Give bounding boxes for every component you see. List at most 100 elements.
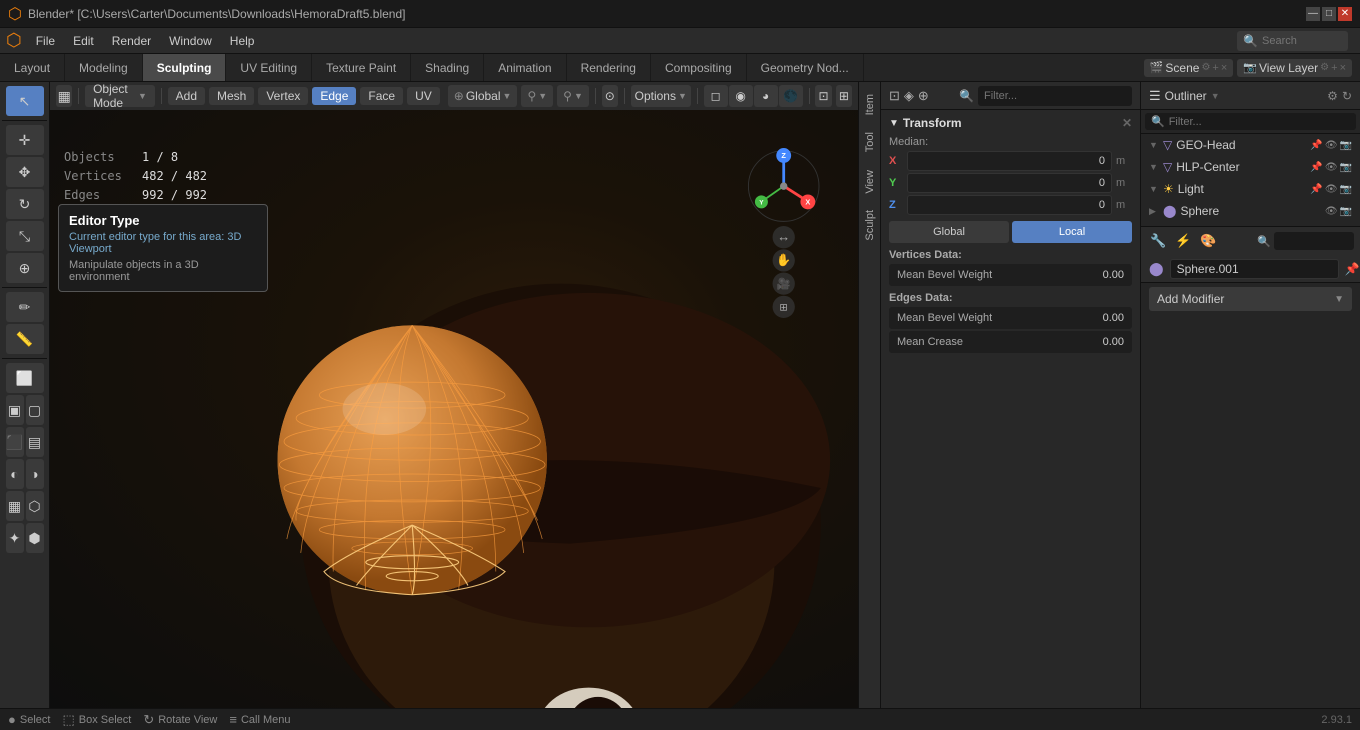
tab-uv-editing[interactable]: UV Editing [226,54,312,81]
props-icon-2[interactable]: ⚡ [1172,231,1194,251]
view-tab[interactable]: View [861,162,879,202]
close-button[interactable]: ✕ [1338,7,1352,21]
outliner-search-input[interactable] [1169,116,1350,128]
y-input[interactable] [907,173,1112,193]
rp-icon-overlays[interactable]: ◈ [904,88,914,104]
add-shape-2[interactable]: ▢ [26,395,44,425]
item-tab[interactable]: Item [861,86,879,123]
add-modifier-button[interactable]: Add Modifier ▼ [1149,287,1352,311]
proportional-edit-button[interactable]: ⊙ [602,85,618,107]
tab-animation[interactable]: Animation [484,54,566,81]
measure-button[interactable]: 📏 [6,324,44,354]
menu-edit[interactable]: Edit [65,32,102,50]
uv-button[interactable]: UV [407,87,440,105]
tab-sculpting[interactable]: Sculpting [143,54,227,81]
tab-layout[interactable]: Layout [0,54,65,81]
mode-selector[interactable]: Object Mode ▼ [85,85,155,107]
outliner-item-geo-head[interactable]: ▼ ▽ GEO-Head 📌 👁 📷 [1141,134,1360,156]
add-shape-6[interactable]: ◑ [26,459,44,489]
material-mode-button[interactable]: ◕ [754,85,778,107]
camera-icon-4[interactable]: 📷 [1340,206,1352,217]
add-cube-button[interactable]: ⬜ [6,363,44,393]
3d-viewport[interactable]: Z X Y ↔ [50,110,858,708]
outliner-item-sphere[interactable]: ▶ ⬤ Sphere 👁 📷 [1141,200,1360,222]
transform-orientation-selector[interactable]: ⊕ Global ▼ [448,85,518,107]
add-shape-9[interactable]: ✦ [6,523,24,553]
annotate-button[interactable]: ✏ [6,292,44,322]
tab-shading[interactable]: Shading [411,54,484,81]
menu-window[interactable]: Window [161,32,220,50]
camera-icon-3[interactable]: 📷 [1340,184,1352,195]
tab-compositing[interactable]: Compositing [651,54,747,81]
face-button[interactable]: Face [360,87,403,105]
gizmos-button[interactable]: ⊞ [836,85,852,107]
menu-help[interactable]: Help [222,32,263,50]
eye-icon-2[interactable]: 👁 [1325,162,1338,173]
maximize-button[interactable]: □ [1322,7,1336,21]
tool-tab[interactable]: Tool [861,124,879,160]
editor-type-button[interactable]: ▦ [56,85,72,107]
add-shape-8[interactable]: ⬡ [26,491,44,521]
options-dropdown[interactable]: Options ▼ [631,85,691,107]
add-shape-3[interactable]: ⬛ [6,427,24,457]
add-shape-7[interactable]: ▦ [6,491,24,521]
pin-icon[interactable]: 📌 [1310,140,1322,151]
mesh-button[interactable]: Mesh [209,87,254,105]
global-search-input[interactable] [1262,35,1342,47]
pin-active-icon[interactable]: 📌 [1345,262,1360,276]
viewport[interactable]: ▦ Object Mode ▼ Add Mesh Vertex Edge Fac… [50,82,858,708]
overlay-button[interactable]: ⊡ [815,85,831,107]
global-button[interactable]: Global [889,221,1009,243]
transform-panel-close-icon[interactable]: ✕ [1122,116,1132,130]
z-input[interactable] [907,195,1112,215]
tab-rendering[interactable]: Rendering [567,54,651,81]
rendered-mode-button[interactable]: 🌑 [779,85,803,107]
eye-icon-3[interactable]: 👁 [1325,184,1338,195]
props-icon-3[interactable]: 🎨 [1197,231,1219,251]
camera-icon-2[interactable]: 📷 [1340,162,1352,173]
properties-search-input[interactable] [978,86,1132,106]
add-mesh-button[interactable]: Add [168,87,205,105]
camera-icon[interactable]: 📷 [1340,140,1352,151]
add-shape-5[interactable]: ◐ [6,459,24,489]
eye-icon-4[interactable]: 👁 [1325,206,1338,217]
outliner-item-light[interactable]: ▼ ☀ Light 📌 👁 📷 [1141,178,1360,200]
rotate-tool-button[interactable]: ↻ [6,189,44,219]
minimize-button[interactable]: — [1306,7,1320,21]
add-shape-4[interactable]: ▤ [26,427,44,457]
filter-icon[interactable]: ⚙ [1327,89,1338,103]
add-shape-10[interactable]: ⬢ [26,523,44,553]
menu-file[interactable]: File [28,32,63,50]
pivot-point-selector[interactable]: ⚲ ▼ [521,85,553,107]
sculpt-tab[interactable]: Sculpt [861,202,879,249]
props-filter-input[interactable] [1274,232,1354,250]
snap-selector[interactable]: ⚲ ▼ [557,85,589,107]
x-input[interactable] [907,151,1112,171]
move-tool-button[interactable]: ✥ [6,157,44,187]
local-button[interactable]: Local [1012,221,1132,243]
pin-icon-2[interactable]: 📌 [1310,162,1322,173]
pin-icon-3[interactable]: 📌 [1310,184,1322,195]
menu-render[interactable]: Render [104,32,159,50]
rp-icon-gizmo[interactable]: ⊕ [918,88,929,104]
vertex-button[interactable]: Vertex [258,87,308,105]
scale-tool-button[interactable]: ⤡ [6,221,44,251]
sync-icon[interactable]: ↻ [1342,89,1352,103]
wireframe-mode-button[interactable]: ◻ [704,85,728,107]
scene-selector[interactable]: 🎬 Scene ⚙ + × [1144,59,1234,77]
eye-icon[interactable]: 👁 [1325,140,1338,151]
transform-tool-button[interactable]: ⊕ [6,253,44,283]
object-name-input[interactable] [1170,259,1339,279]
add-shape-1[interactable]: ▣ [6,395,24,425]
cursor-tool-button[interactable]: ✛ [6,125,44,155]
tab-geometry-nodes[interactable]: Geometry Nod... [747,54,864,81]
props-icon-1[interactable]: 🔧 [1147,231,1169,251]
edge-button[interactable]: Edge [312,87,356,105]
tab-modeling[interactable]: Modeling [65,54,143,81]
view-layer-selector[interactable]: 📷 View Layer ⚙ + × [1237,59,1352,77]
solid-mode-button[interactable]: ◉ [729,85,753,107]
window-controls[interactable]: — □ ✕ [1306,7,1352,21]
tab-texture-paint[interactable]: Texture Paint [312,54,411,81]
rp-icon-view[interactable]: ⊡ [889,88,900,104]
outliner-item-hlp-center[interactable]: ▼ ▽ HLP-Center 📌 👁 📷 [1141,156,1360,178]
